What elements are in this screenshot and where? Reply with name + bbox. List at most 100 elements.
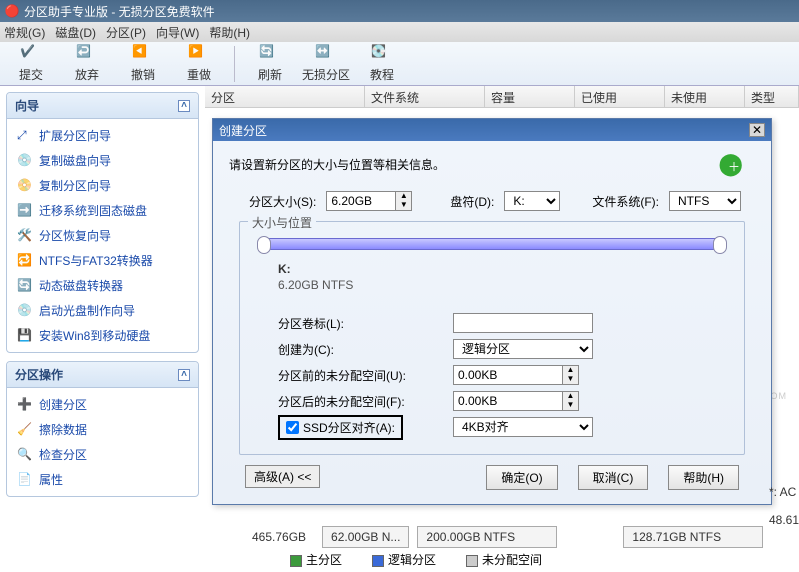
sidebar: 向导˄ ⤢扩展分区向导 💿复制磁盘向导 📀复制分区向导 ➡️迁移系统到固态磁盘 … <box>0 86 205 572</box>
ssd-checkbox[interactable] <box>286 421 299 434</box>
post-label: 分区后的未分配空间(F): <box>278 393 453 410</box>
disk-bar: 465.76GB 62.00GB N... 200.00GB NTFS 128.… <box>244 526 763 548</box>
slider-handle-right[interactable] <box>713 236 727 254</box>
createas-select[interactable]: 逻辑分区 <box>453 339 593 359</box>
extend-icon: ⤢ <box>17 128 33 144</box>
help-button[interactable]: 帮助(H) <box>668 465 739 490</box>
legend: 主分区 逻辑分区 未分配空间 <box>290 551 542 568</box>
spin-down[interactable]: ▼ <box>396 201 411 210</box>
pre-input[interactable] <box>453 365 563 385</box>
createas-label: 创建为(C): <box>278 341 453 358</box>
wiz-win8usb[interactable]: 💾安装Win8到移动硬盘 <box>9 323 196 348</box>
op-wipe[interactable]: 🧹擦除数据 <box>9 417 196 442</box>
col-partition[interactable]: 分区 <box>205 86 365 107</box>
fs-label: 文件系统(F): <box>592 193 659 210</box>
dyn-icon: 🔄 <box>17 278 33 294</box>
col-fs[interactable]: 文件系统 <box>365 86 485 107</box>
wiz-recover[interactable]: 🛠️分区恢复向导 <box>9 223 196 248</box>
cancel-button[interactable]: 取消(C) <box>578 465 649 490</box>
check-icon: ✔️ <box>20 44 42 66</box>
pre-label: 分区前的未分配空间(U): <box>278 367 453 384</box>
wiz-migrate-ssd[interactable]: ➡️迁移系统到固态磁盘 <box>9 198 196 223</box>
col-unused[interactable]: 未使用 <box>665 86 745 107</box>
advanced-button[interactable]: 高级(A) << <box>245 465 320 488</box>
toolbar: ✔️提交 ↩️放弃 ◀️撤销 ▶️重做 🔄刷新 ↔️无损分区 💽教程 <box>0 42 799 86</box>
col-type[interactable]: 类型 <box>745 86 799 107</box>
op-create[interactable]: ➕创建分区 <box>9 392 196 417</box>
undo-icon: ↩️ <box>76 44 98 66</box>
window-title: 分区助手专业版 - 无损分区免费软件 <box>24 3 215 20</box>
tb-commit[interactable]: ✔️提交 <box>6 44 56 83</box>
refresh-icon: 🔄 <box>259 44 281 66</box>
ssd-align-highlight: SSD分区对齐(A): <box>278 415 403 440</box>
tb-redo[interactable]: ▶️重做 <box>174 44 224 83</box>
title-bar: 🔴 分区助手专业版 - 无损分区免费软件 <box>0 0 799 22</box>
tb-discard[interactable]: ↩️放弃 <box>62 44 112 83</box>
drive-label: 盘符(D): <box>450 193 494 210</box>
collapse-icon[interactable]: ˄ <box>178 100 190 112</box>
col-cap[interactable]: 容量 <box>485 86 575 107</box>
menu-help[interactable]: 帮助(H) <box>209 24 250 41</box>
toolbar-sep <box>234 46 235 82</box>
menu-disk[interactable]: 磁盘(D) <box>55 24 96 41</box>
drive-select[interactable]: K: <box>504 191 560 211</box>
wizard-panel: 向导˄ ⤢扩展分区向导 💿复制磁盘向导 📀复制分区向导 ➡️迁移系统到固态磁盘 … <box>6 92 199 353</box>
post-spinner[interactable]: ▲▼ <box>453 391 593 411</box>
dialog-title: 创建分区 <box>219 122 267 139</box>
collapse-icon[interactable]: ˄ <box>178 369 190 381</box>
preview-info: 6.20GB NTFS <box>278 278 730 292</box>
wiz-bootcd[interactable]: 💿启动光盘制作向导 <box>9 298 196 323</box>
copydisk-icon: 💿 <box>17 153 33 169</box>
add-icon: ⬤＋ <box>718 151 755 177</box>
dialog-subtitle: 请设置新分区的大小与位置等相关信息。 <box>229 156 445 173</box>
wipe-icon: 🧹 <box>17 422 33 438</box>
copypart-icon: 📀 <box>17 178 33 194</box>
right-fragment: *: AC 48.61 <box>769 485 799 527</box>
swatch-logical <box>372 555 384 567</box>
resize-icon: ↔️ <box>315 44 337 66</box>
menu-general[interactable]: 常规(G) <box>4 24 45 41</box>
size-spinner[interactable]: ▲▼ <box>326 191 412 211</box>
partition-slider[interactable] <box>264 238 720 250</box>
size-label: 分区大小(S): <box>249 193 316 210</box>
swatch-unalloc <box>466 555 478 567</box>
menu-partition[interactable]: 分区(P) <box>106 24 146 41</box>
post-input[interactable] <box>453 391 563 411</box>
create-icon: ➕ <box>17 397 33 413</box>
back-icon: ◀️ <box>132 44 154 66</box>
wiz-extend[interactable]: ⤢扩展分区向导 <box>9 123 196 148</box>
menu-bar: 常规(G) 磁盘(D) 分区(P) 向导(W) 帮助(H) <box>0 22 799 42</box>
vol-label: 分区卷标(L): <box>278 315 453 332</box>
col-used[interactable]: 已使用 <box>575 86 665 107</box>
wiz-copy-disk[interactable]: 💿复制磁盘向导 <box>9 148 196 173</box>
menu-wizard[interactable]: 向导(W) <box>156 24 199 41</box>
tb-tutorial[interactable]: 💽教程 <box>357 44 407 83</box>
slider-handle-left[interactable] <box>257 236 271 254</box>
vol-input[interactable] <box>453 313 593 333</box>
wiz-dynamic[interactable]: 🔄动态磁盘转换器 <box>9 273 196 298</box>
tb-undo[interactable]: ◀️撤销 <box>118 44 168 83</box>
app-icon: 🔴 <box>4 3 20 19</box>
fieldset-legend: 大小与位置 <box>248 214 316 231</box>
op-check[interactable]: 🔍检查分区 <box>9 442 196 467</box>
disk-chip-3[interactable]: 128.71GB NTFS <box>623 526 763 548</box>
close-button[interactable]: ✕ <box>749 123 765 137</box>
ops-title: 分区操作 <box>15 366 63 383</box>
props-icon: 📄 <box>17 472 33 488</box>
ssd-select[interactable]: 4KB对齐 <box>453 417 593 437</box>
disk-chip-1[interactable]: 62.00GB N... <box>322 526 409 548</box>
wiz-ntfs-fat[interactable]: 🔁NTFS与FAT32转换器 <box>9 248 196 273</box>
wiz-copy-part[interactable]: 📀复制分区向导 <box>9 173 196 198</box>
size-position-fieldset: 大小与位置 K: 6.20GB NTFS 分区卷标(L): 创建为(C): 逻辑… <box>239 221 745 455</box>
ok-button[interactable]: 确定(O) <box>486 465 557 490</box>
tb-resize[interactable]: ↔️无损分区 <box>301 44 351 83</box>
preview-drive: K: <box>278 262 730 276</box>
disk-icon: 💽 <box>371 44 393 66</box>
op-props[interactable]: 📄属性 <box>9 467 196 492</box>
pre-spinner[interactable]: ▲▼ <box>453 365 593 385</box>
ssd-label: SSD分区对齐(A): <box>303 419 395 436</box>
disk-chip-2[interactable]: 200.00GB NTFS <box>417 526 557 548</box>
size-input[interactable] <box>326 191 396 211</box>
fs-select[interactable]: NTFS <box>669 191 741 211</box>
tb-refresh[interactable]: 🔄刷新 <box>245 44 295 83</box>
